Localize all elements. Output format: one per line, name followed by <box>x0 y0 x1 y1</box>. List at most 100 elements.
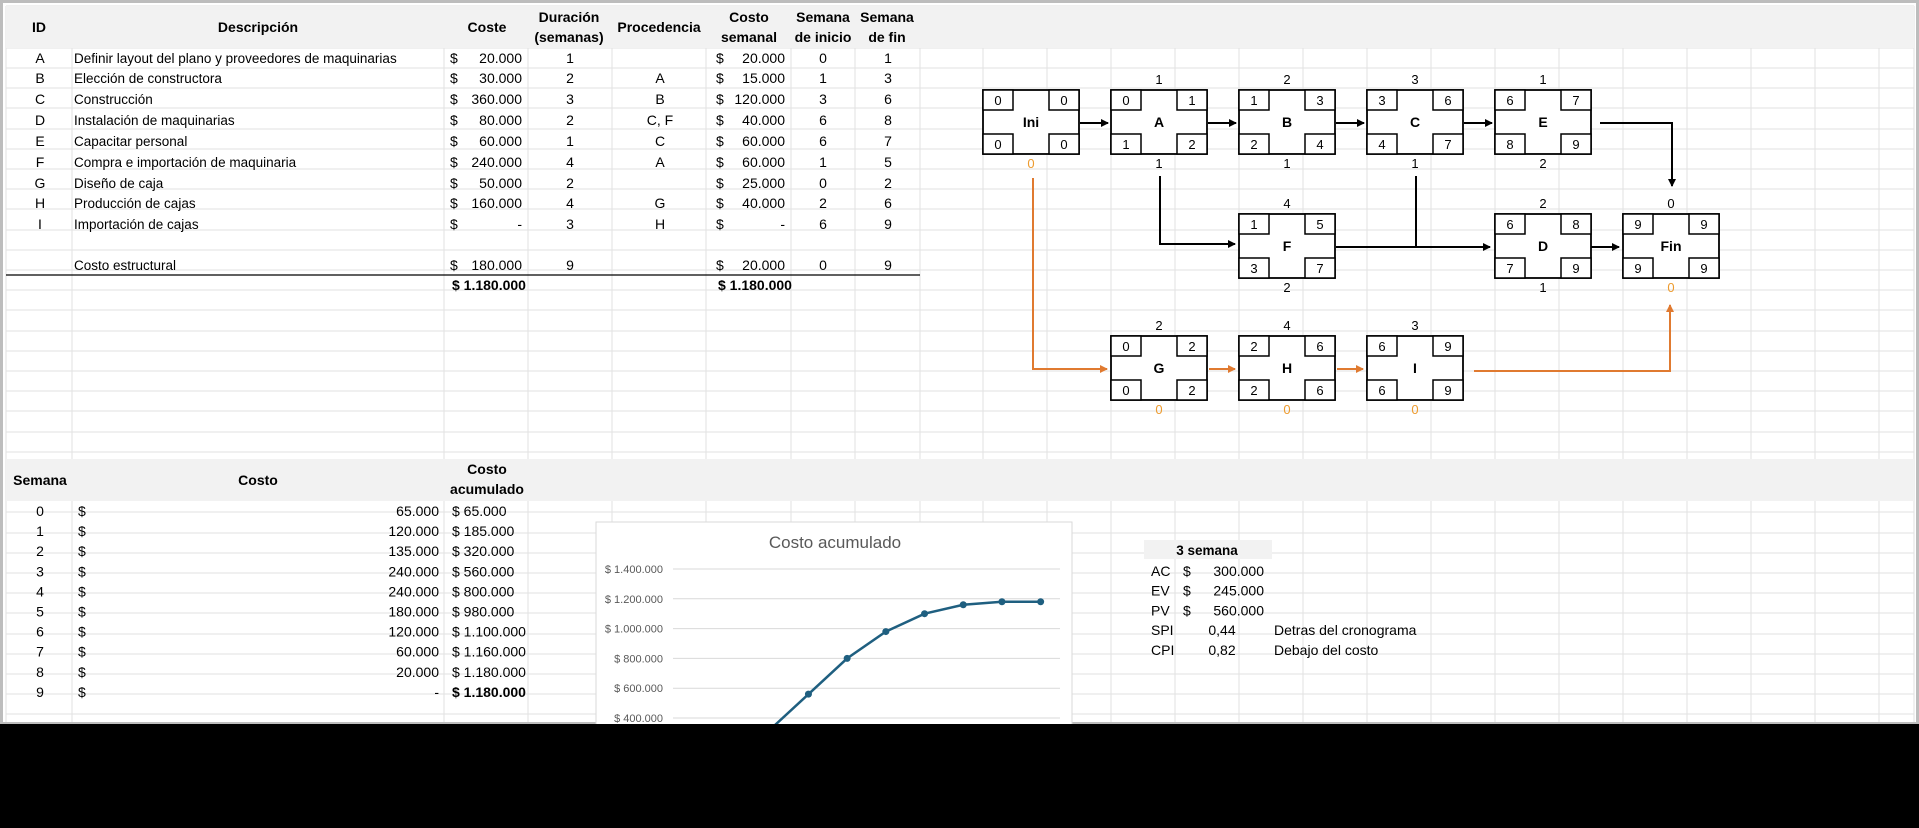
early-finish: 1 <box>1188 93 1195 108</box>
activity-end: 6 <box>884 195 892 211</box>
activity-desc: Diseño de caja <box>74 176 164 191</box>
evm-label: AC <box>1151 563 1170 579</box>
currency: $ <box>1183 563 1191 579</box>
late-finish: 9 <box>1700 261 1707 276</box>
week-number: 7 <box>36 644 44 660</box>
data-point <box>998 598 1006 606</box>
structural-desc: Costo estructural <box>74 258 176 273</box>
activity-predecessor: C, F <box>647 112 673 128</box>
header-week: Semana <box>13 472 67 488</box>
node-slack: 0 <box>1411 402 1418 417</box>
currency: $ <box>78 604 86 620</box>
data-point <box>959 601 967 609</box>
node-slack: 1 <box>1283 156 1290 171</box>
header-cell: Semana <box>796 9 850 25</box>
activity-desc: Compra e importación de maquinaria <box>74 155 297 170</box>
node-name: Fin <box>1661 238 1682 254</box>
currency: $ <box>450 50 458 66</box>
week-number: 9 <box>36 684 44 700</box>
node-fin: 9 9 9 9 Fin 0 0 <box>1622 196 1720 295</box>
data-point <box>882 628 890 636</box>
activity-end: 3 <box>884 70 892 86</box>
node-duration: 3 <box>1411 72 1418 87</box>
activity-desc: Instalación de maquinarias <box>74 113 235 128</box>
week-cumulative: $ 560.000 <box>452 563 514 579</box>
header-cumulative: Costo <box>467 461 507 477</box>
week-cumulative: $ 1.180.000 <box>452 684 526 700</box>
node-slack: 2 <box>1283 280 1290 295</box>
week-cumulative: $ 320.000 <box>452 543 514 559</box>
activity-id: B <box>35 70 44 86</box>
node-slack: 0 <box>1027 156 1034 171</box>
header-cell: Coste <box>468 19 507 35</box>
chart-area <box>595 521 1073 724</box>
activity-cost: 360.000 <box>471 91 522 107</box>
activity-desc: Construcción <box>74 92 153 107</box>
node-name: F <box>1283 238 1292 254</box>
activity-id: E <box>35 133 44 149</box>
early-finish: 8 <box>1572 217 1579 232</box>
week-cumulative: $ 980.000 <box>452 604 514 620</box>
data-point <box>1037 598 1045 606</box>
currency: $ <box>78 664 86 680</box>
y-tick-label: $ 1.400.000 <box>605 564 663 576</box>
node-slack: 1 <box>1155 156 1162 171</box>
cumulative-cost-chart: Costo acumulado $ 1.400.000 $ 1.200.000 $ … <box>595 521 1073 724</box>
evm-label: CPI <box>1151 642 1174 658</box>
activity-start: 6 <box>819 133 827 149</box>
currency: $ <box>716 257 724 273</box>
header-cell: de inicio <box>795 29 852 45</box>
evm-title: 3 semana <box>1176 543 1238 558</box>
y-tick-label: $ 1.200.000 <box>605 594 663 606</box>
header-cell: Semana <box>860 9 914 25</box>
late-start: 1 <box>1122 137 1129 152</box>
header-cell: ID <box>32 19 46 35</box>
week-cost: 120.000 <box>388 523 439 539</box>
currency: $ <box>78 563 86 579</box>
early-start: 0 <box>994 93 1001 108</box>
node-duration: 3 <box>1411 318 1418 333</box>
currency: $ <box>716 216 724 232</box>
activity-start: 0 <box>819 175 827 191</box>
currency: $ <box>716 133 724 149</box>
activity-end: 9 <box>884 216 892 232</box>
node-slack: 0 <box>1283 402 1290 417</box>
cost-header-band <box>6 459 1914 501</box>
currency: $ <box>78 684 86 700</box>
week-cumulative: $ 65.000 <box>452 503 507 519</box>
activity-duration: 4 <box>566 154 574 170</box>
currency: $ <box>716 91 724 107</box>
node-name: G <box>1154 360 1165 376</box>
node-duration: 4 <box>1283 318 1290 333</box>
activity-end: 7 <box>884 133 892 149</box>
activity-duration: 2 <box>566 112 574 128</box>
activity-cost: 20.000 <box>479 50 522 66</box>
late-start: 0 <box>1122 383 1129 398</box>
early-finish: 7 <box>1572 93 1579 108</box>
y-tick-label: $ 800.000 <box>614 653 663 665</box>
early-finish: 9 <box>1444 339 1451 354</box>
node-f: 1 5 3 7 F 4 2 <box>1238 196 1336 295</box>
week-number: 4 <box>36 583 44 599</box>
node-slack: 1 <box>1539 280 1546 295</box>
evm-value: 0,44 <box>1208 622 1235 638</box>
late-start: 3 <box>1250 261 1257 276</box>
header-cell: (semanas) <box>534 29 603 45</box>
currency: $ <box>716 50 724 66</box>
week-cumulative: $ 800.000 <box>452 583 514 599</box>
early-finish: 5 <box>1316 217 1323 232</box>
node-duration: 4 <box>1283 196 1290 211</box>
activity-start: 1 <box>819 154 827 170</box>
activity-cost: 50.000 <box>479 175 522 191</box>
activity-desc: Importación de cajas <box>74 217 199 232</box>
node-slack: 0 <box>1667 280 1674 295</box>
currency: $ <box>450 133 458 149</box>
structural-weekly-cost: 20.000 <box>742 257 785 273</box>
early-finish: 3 <box>1316 93 1323 108</box>
currency: $ <box>716 154 724 170</box>
week-cost: 240.000 <box>388 563 439 579</box>
week-number: 2 <box>36 543 44 559</box>
week-cost: - <box>434 684 439 700</box>
activity-cost: 240.000 <box>471 154 522 170</box>
activity-predecessor: A <box>655 70 665 86</box>
